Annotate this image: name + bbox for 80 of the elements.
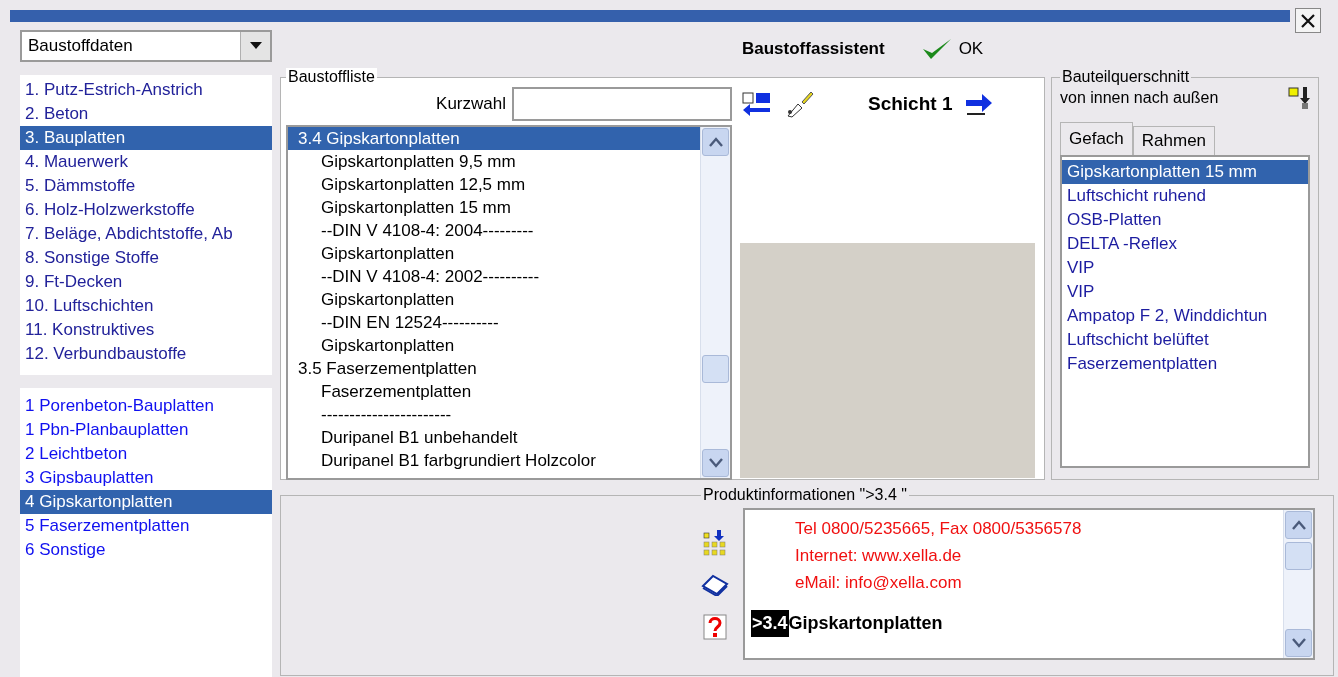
material-item[interactable]: --DIN V 4108-4: 2004--------- xyxy=(288,219,700,242)
subcategory-item[interactable]: 1 Pbn-Planbauplatten xyxy=(20,418,272,442)
panel-title: Bauteilquerschnitt xyxy=(1061,68,1191,86)
subcategory-item[interactable]: 3 Gipsbauplatten xyxy=(20,466,272,490)
layer-item[interactable]: Luftschicht ruhend xyxy=(1062,184,1308,208)
category-item[interactable]: 2. Beton xyxy=(20,102,272,126)
category-item[interactable]: 3. Bauplatten xyxy=(20,126,272,150)
help-icon[interactable] xyxy=(703,614,727,640)
scroll-up-button[interactable] xyxy=(702,128,729,156)
material-item[interactable]: Faserzementplatten xyxy=(288,380,700,403)
subcategory-item[interactable]: 5 Faserzementplatten xyxy=(20,514,272,538)
close-button[interactable] xyxy=(1295,8,1321,33)
category-item[interactable]: 10. Luftschichten xyxy=(20,294,272,318)
layer-item[interactable]: Luftschicht belüftet xyxy=(1062,328,1308,352)
material-item[interactable]: --DIN V 4108-4: 2002---------- xyxy=(288,265,700,288)
material-item[interactable]: Duripanel B1 farbgrundiert Holzcolor xyxy=(288,449,700,472)
material-item[interactable]: Gipskartonplatten xyxy=(288,288,700,311)
category-item[interactable]: 6. Holz-Holzwerkstoffe xyxy=(20,198,272,222)
material-group[interactable]: 3.5 Faserzementplatten xyxy=(288,357,700,380)
contact-line: Tel 0800/5235665, Fax 0800/5356578 xyxy=(795,518,1083,540)
tab[interactable]: Gefach xyxy=(1060,122,1133,155)
scroll-thumb[interactable] xyxy=(1285,542,1312,570)
category-dropdown[interactable]: Baustoffdaten xyxy=(20,30,272,62)
category-item[interactable]: 7. Beläge, Abdichtstoffe, Ab xyxy=(20,222,272,246)
category-item[interactable]: 8. Sonstige Stoffe xyxy=(20,246,272,270)
category-item[interactable]: 4. Mauerwerk xyxy=(20,150,272,174)
section-code: >3.4 xyxy=(751,610,789,637)
material-group[interactable]: 3.4 Gipskartonplatten xyxy=(288,127,700,150)
material-item[interactable]: Gipskartonplatten 9,5 mm xyxy=(288,150,700,173)
book-icon[interactable] xyxy=(701,574,729,596)
tab[interactable]: Rahmen xyxy=(1132,126,1216,155)
material-item[interactable]: Gipskartonplatten 12,5 mm xyxy=(288,173,700,196)
subcategory-item[interactable]: 4 Gipskartonplatten xyxy=(20,490,272,514)
quick-select-field[interactable] xyxy=(512,87,732,121)
layer-item[interactable]: Gipskartonplatten 15 mm xyxy=(1062,160,1308,184)
layer-item[interactable]: DELTA -Reflex xyxy=(1062,232,1308,256)
category-item[interactable]: 1. Putz-Estrich-Anstrich xyxy=(20,78,272,102)
material-item[interactable]: Duripanel B1 unbehandelt xyxy=(288,426,700,449)
material-item[interactable]: ----------------------- xyxy=(288,403,700,426)
scroll-up-button[interactable] xyxy=(1285,511,1312,539)
material-item[interactable]: Gipskartonplatten 15 mm xyxy=(288,196,700,219)
material-item[interactable]: Gipskartonplatten xyxy=(288,242,700,265)
section-heading: Gipskartonplatten xyxy=(788,612,943,635)
material-item[interactable]: --DIN EN 12524---------- xyxy=(288,311,700,334)
layer-label: Schicht 1 xyxy=(868,91,953,116)
layer-item[interactable]: Faserzementplatten xyxy=(1062,352,1308,376)
panel-title: Produktinformationen ">3.4 " xyxy=(702,486,908,504)
checkmark-icon xyxy=(920,37,953,61)
swap-icon[interactable] xyxy=(742,92,772,116)
grid-import-icon[interactable] xyxy=(703,530,727,556)
layer-item[interactable]: VIP xyxy=(1062,280,1308,304)
ok-button[interactable]: OK xyxy=(920,36,984,62)
subcategory-item[interactable]: 6 Sonstige xyxy=(20,538,272,562)
category-item[interactable]: 12. Verbundbaustoffe xyxy=(20,342,272,366)
insert-layer-icon[interactable] xyxy=(1288,86,1310,110)
brush-icon[interactable] xyxy=(784,90,814,118)
scroll-down-button[interactable] xyxy=(702,449,729,477)
panel-subtitle: von innen nach außen xyxy=(1060,88,1219,108)
dropdown-value: Baustoffdaten xyxy=(28,35,133,58)
chevron-up-icon xyxy=(707,136,724,148)
layer-item[interactable]: Ampatop F 2, Winddichtun xyxy=(1062,304,1308,328)
layer-item[interactable]: VIP xyxy=(1062,256,1308,280)
quick-select-label: Kurzwahl xyxy=(436,93,506,116)
chevron-down-icon xyxy=(707,457,724,469)
chevron-up-icon xyxy=(1290,519,1307,531)
contact-line: eMail: info@xella.com xyxy=(795,572,963,594)
subcategory-item[interactable]: 1 Porenbeton-Bauplatten xyxy=(20,394,272,418)
caret-icon xyxy=(249,42,262,50)
layer-item[interactable]: OSB-Platten xyxy=(1062,208,1308,232)
dialog-title: Baustoffassistent xyxy=(742,38,885,61)
category-item[interactable]: 9. Ft-Decken xyxy=(20,270,272,294)
contact-line: Internet: www.xella.de xyxy=(795,545,963,567)
chevron-down-icon xyxy=(1290,637,1307,649)
scroll-thumb[interactable] xyxy=(702,355,729,383)
category-item[interactable]: 11. Konstruktives xyxy=(20,318,272,342)
category-item[interactable]: 5. Dämmstoffe xyxy=(20,174,272,198)
close-icon xyxy=(1300,12,1316,29)
scroll-down-button[interactable] xyxy=(1285,629,1312,657)
material-item[interactable]: Gipskartonplatten xyxy=(288,334,700,357)
subcategory-item[interactable]: 2 Leichtbeton xyxy=(20,442,272,466)
